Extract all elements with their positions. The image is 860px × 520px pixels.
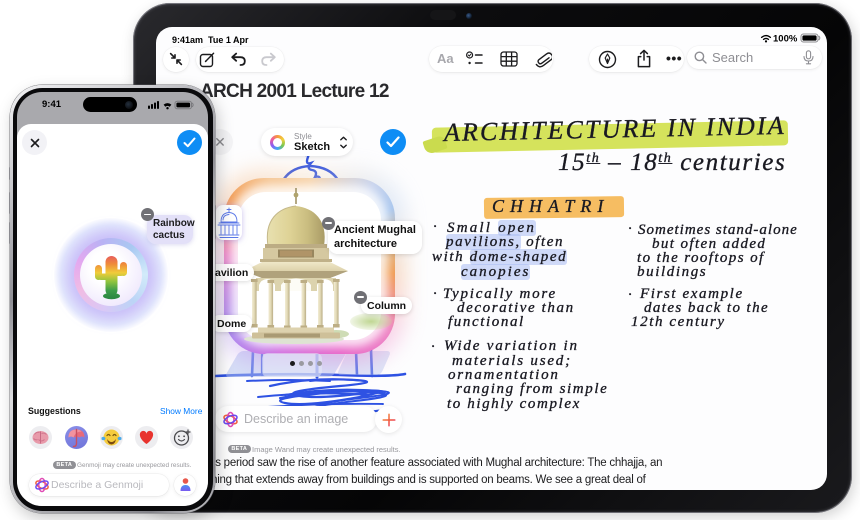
svg-text:100%: 100% [773,34,798,45]
